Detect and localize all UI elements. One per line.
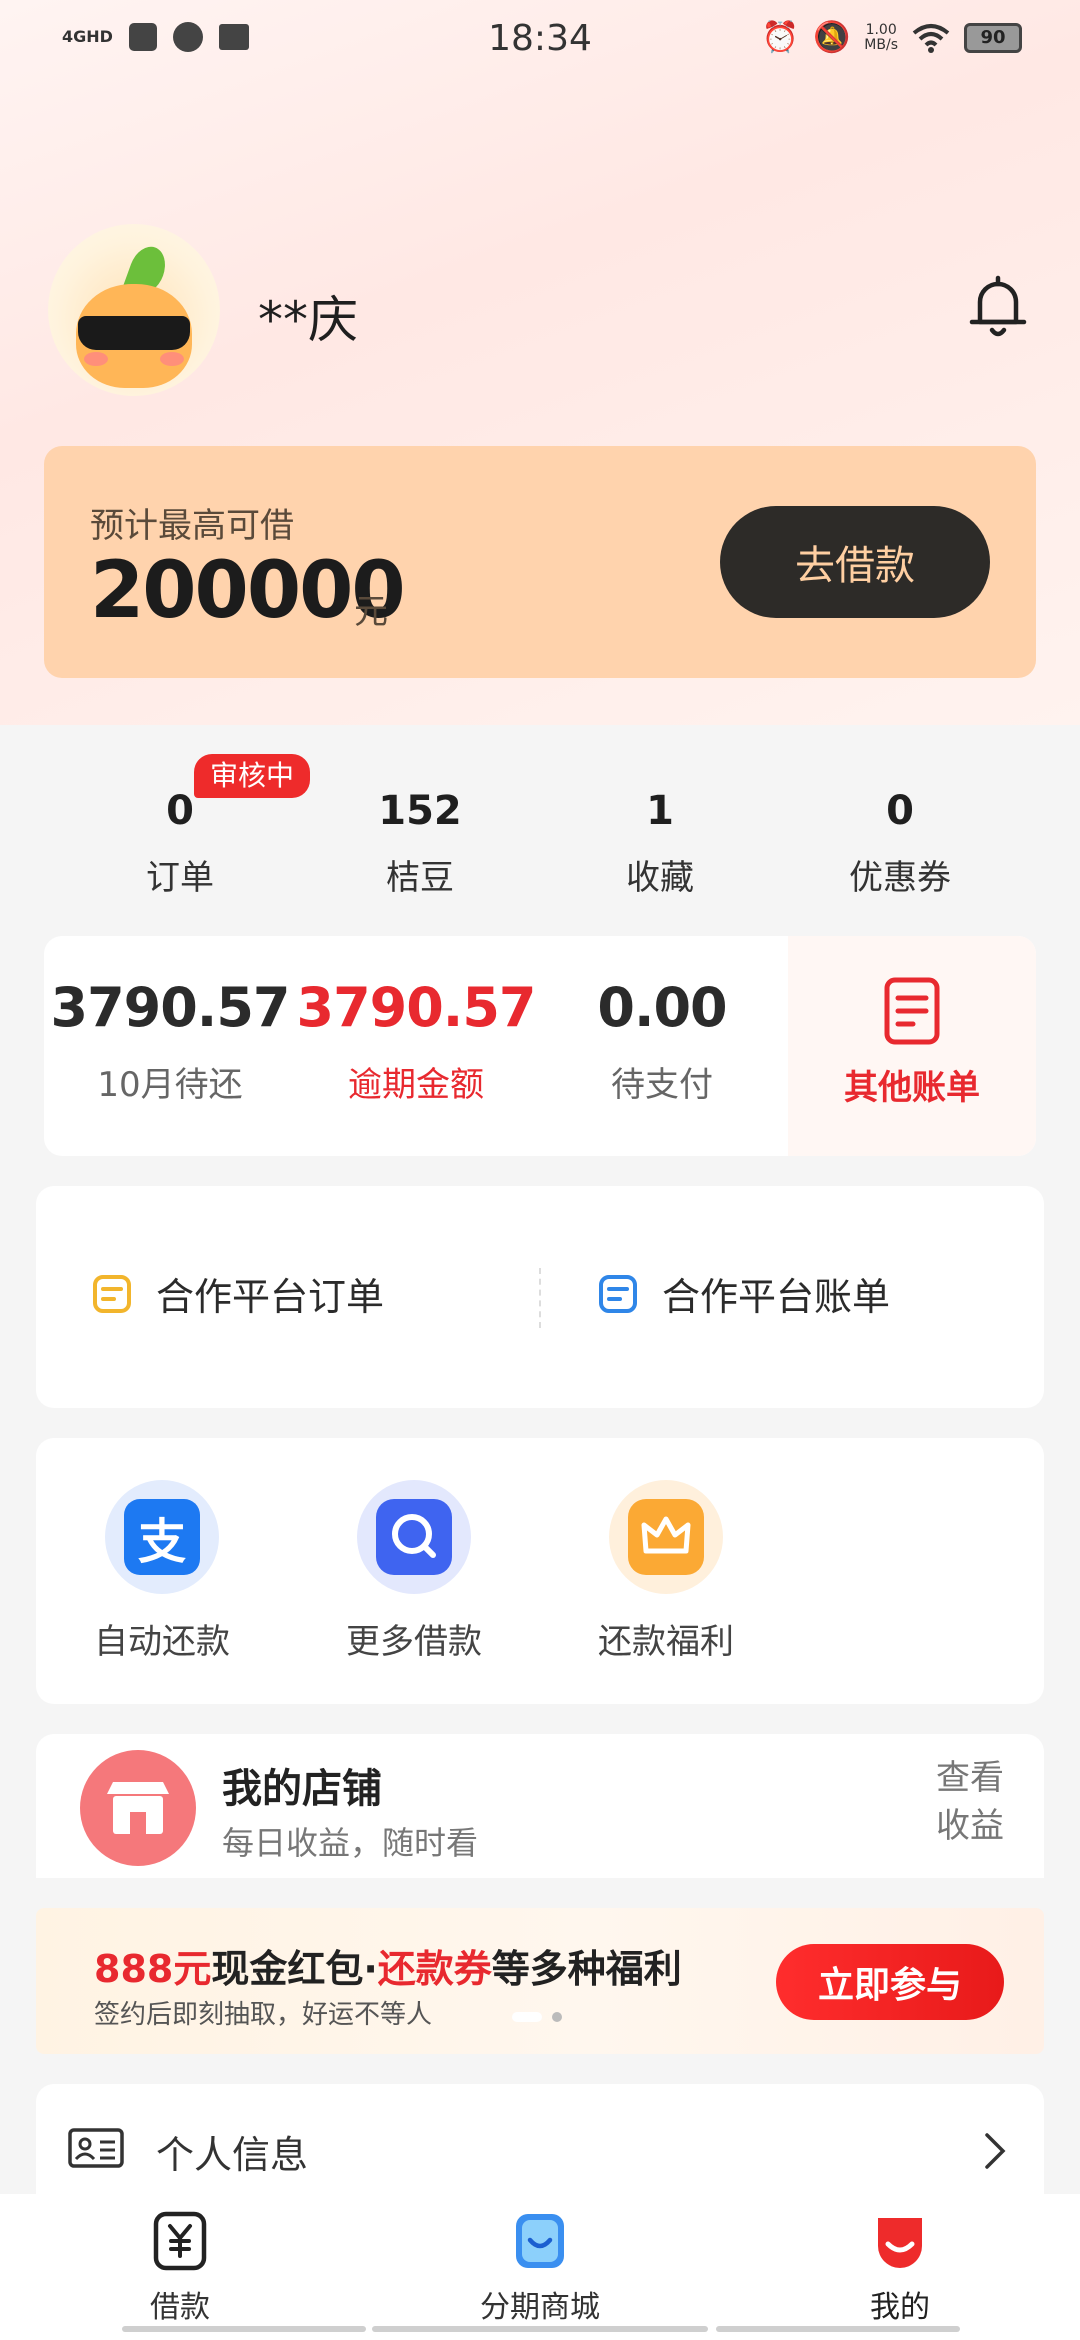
id-card-icon [68, 2128, 124, 2168]
bill-due-this-month[interactable]: 3790.57 10月待还 [50, 976, 291, 1106]
bill-label: 逾期金额 [348, 1065, 484, 1105]
shop-card[interactable]: 我的店铺 每日收益，随时看 查看 收益 [36, 1734, 1044, 1878]
wifi-icon [912, 24, 950, 53]
search-icon [357, 1480, 471, 1594]
stat-orders[interactable]: 0 订单 [60, 788, 300, 899]
shop-title: 我的店铺 [222, 1766, 382, 1812]
document-icon [884, 977, 940, 1045]
nav-mall[interactable]: 分期商城 [440, 2210, 640, 2326]
carousel-dot [552, 2012, 562, 2022]
status-right: ⏰ 🔕 1.00 MB/s 90 [762, 22, 1022, 54]
partner-orders-label: 合作平台订单 [156, 1275, 385, 1319]
nav-mine[interactable]: 我的 [800, 2210, 1000, 2326]
borrow-button[interactable]: 去借款 [720, 506, 990, 618]
nav-loan[interactable]: 借款 [80, 2210, 280, 2326]
alarm-icon: ⏰ [761, 20, 799, 55]
avatar-cheek [160, 352, 184, 366]
loan-unit: 元 [354, 592, 388, 632]
order-icon [93, 1274, 131, 1313]
gesture-bar [122, 2326, 366, 2332]
auto-repay-button[interactable]: 支 自动还款 [72, 1480, 252, 1663]
battery-indicator: 90 [964, 23, 1022, 53]
stat-favorites[interactable]: 1 收藏 [540, 788, 780, 899]
stat-label: 订单 [146, 858, 214, 898]
network-speed: 1.00 MB/s [864, 22, 898, 53]
loan-label: 预计最高可借 [90, 506, 294, 546]
banner-title: 888元现金红包·还款券等多种福利 [94, 1938, 682, 1993]
banner-title-text: 现金红包· [211, 1947, 378, 1991]
partner-orders-button[interactable]: 合作平台订单 [92, 1266, 384, 1321]
stat-value: 152 [378, 788, 462, 834]
bill-label: 10月待还 [97, 1065, 243, 1105]
banner-title-red: 还款券 [377, 1947, 492, 1991]
nav-label: 我的 [870, 2290, 930, 2325]
nav-label: 借款 [150, 2290, 210, 2325]
loan-card: 预计最高可借 200000 元 去借款 [44, 446, 1036, 678]
action-label: 自动还款 [94, 1622, 230, 1662]
repay-benefits-button[interactable]: 还款福利 [576, 1480, 756, 1663]
bill-overdue[interactable]: 3790.57 逾期金额 [296, 976, 537, 1106]
mall-icon [516, 2214, 564, 2268]
stat-value: 1 [646, 788, 674, 834]
promo-banner[interactable]: 888元现金红包·还款券等多种福利 签约后即刻抽取，好运不等人 立即参与 [36, 1908, 1044, 2054]
mute-icon: 🔕 [812, 20, 851, 55]
personal-info-label: 个人信息 [156, 2133, 309, 2177]
bill-icon [599, 1274, 637, 1313]
partner-bills-label: 合作平台账单 [662, 1275, 891, 1319]
status-bar: 4GHD 18:34 ⏰ 🔕 1.00 MB/s 90 [0, 0, 1080, 84]
chevron-right-icon [985, 2133, 1006, 2169]
crown-icon [609, 1480, 723, 1594]
stat-coupons[interactable]: 0 优惠券 [780, 788, 1020, 899]
bill-label: 待支付 [611, 1065, 713, 1105]
stat-label: 桔豆 [386, 858, 454, 898]
avatar[interactable] [48, 224, 220, 396]
personal-info-row[interactable]: 个人信息 [36, 2084, 1044, 2204]
banner-subtitle: 签约后即刻抽取，好运不等人 [94, 2000, 433, 2030]
store-icon [80, 1750, 196, 1866]
partner-bills-button[interactable]: 合作平台账单 [598, 1266, 890, 1321]
avatar-sunglasses [78, 316, 190, 350]
bill-value: 3790.57 [296, 976, 537, 1039]
bill-value: 0.00 [597, 976, 727, 1039]
other-bills-label: 其他账单 [844, 1068, 980, 1108]
banner-title-text: 等多种福利 [491, 1947, 682, 1991]
order-status-badge: 审核中 [194, 754, 311, 798]
profile-icon [878, 2218, 922, 2268]
yuan-icon [153, 2211, 207, 2271]
bill-card: 3790.57 10月待还 3790.57 逾期金额 0.00 待支付 其他账单 [44, 936, 1036, 1156]
avatar-cheek [84, 352, 108, 366]
nav-label: 分期商城 [480, 2290, 600, 2325]
shop-subtitle: 每日收益，随时看 [222, 1824, 479, 1862]
bottom-nav: 借款 分期商城 我的 [0, 2194, 1080, 2340]
partner-card: 合作平台订单 合作平台账单 [36, 1186, 1044, 1408]
username: **庆 [258, 291, 358, 349]
view-earnings-line: 查看 [936, 1758, 1004, 1798]
view-earnings-link[interactable]: 查看 收益 [936, 1754, 1004, 1850]
action-label: 更多借款 [346, 1622, 482, 1662]
action-label: 还款福利 [598, 1622, 734, 1662]
gesture-bar [372, 2326, 708, 2332]
stat-label: 优惠券 [849, 858, 951, 898]
carousel-dots [512, 2012, 562, 2022]
banner-title-red: 888元 [94, 1947, 212, 1991]
stats-row: 0 订单 152 桔豆 1 收藏 0 优惠券 [0, 764, 1080, 914]
alipay-icon: 支 [105, 1480, 219, 1594]
stat-label: 收藏 [626, 858, 694, 898]
bill-value: 3790.57 [50, 976, 291, 1039]
more-loans-button[interactable]: 更多借款 [324, 1480, 504, 1663]
view-earnings-line: 收益 [936, 1806, 1004, 1846]
carousel-dot-active [512, 2012, 542, 2022]
bill-pending-payment[interactable]: 0.00 待支付 [542, 976, 782, 1106]
divider [539, 1268, 541, 1328]
other-bills-button[interactable]: 其他账单 [788, 936, 1036, 1156]
gesture-bar [716, 2326, 960, 2332]
bell-icon[interactable] [966, 272, 1030, 342]
stat-value: 0 [886, 788, 914, 834]
stat-beans[interactable]: 152 桔豆 [300, 788, 540, 899]
quick-actions-card: 支 自动还款 更多借款 还款福利 [36, 1438, 1044, 1704]
join-now-button[interactable]: 立即参与 [776, 1944, 1004, 2020]
